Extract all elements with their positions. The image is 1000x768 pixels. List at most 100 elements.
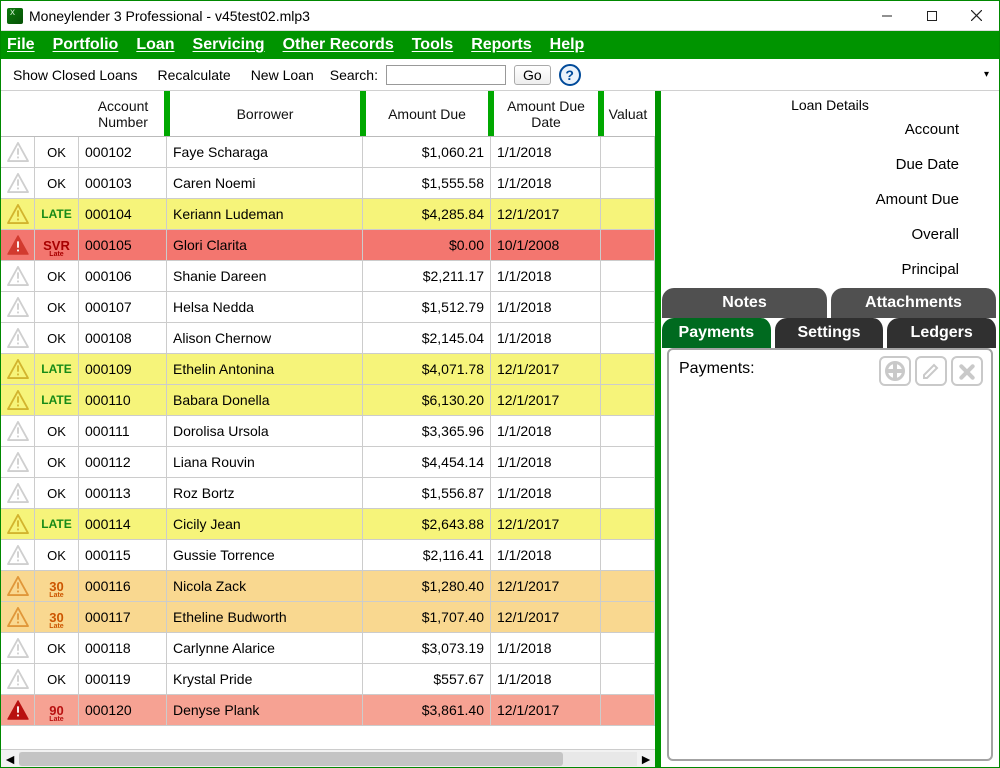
tab-notes[interactable]: Notes (662, 288, 829, 318)
row-amount-due-date: 1/1/2018 (491, 416, 601, 446)
recalculate-button[interactable]: Recalculate (152, 65, 237, 85)
header-borrower[interactable]: Borrower (167, 91, 363, 136)
menu-other-records[interactable]: Other Records (283, 36, 394, 54)
row-borrower: Shanie Dareen (167, 261, 363, 291)
show-closed-loans-button[interactable]: Show Closed Loans (7, 65, 144, 85)
row-account-number: 000118 (79, 633, 167, 663)
loan-details-title: Loan Details (661, 91, 999, 117)
menu-servicing[interactable]: Servicing (193, 36, 265, 54)
row-warning-icon (1, 416, 35, 446)
table-row[interactable]: OK000108Alison Chernow$2,145.041/1/2018 (1, 323, 655, 354)
row-account-number: 000115 (79, 540, 167, 570)
table-row[interactable]: OK000102Faye Scharaga$1,060.211/1/2018 (1, 137, 655, 168)
edit-payment-button[interactable] (915, 356, 947, 386)
table-row[interactable]: OK000111Dorolisa Ursola$3,365.961/1/2018 (1, 416, 655, 447)
table-row[interactable]: OK000119Krystal Pride$557.671/1/2018 (1, 664, 655, 695)
row-account-number: 000107 (79, 292, 167, 322)
add-payment-button[interactable] (879, 356, 911, 386)
row-amount-due: $557.67 (363, 664, 491, 694)
header-account-number[interactable]: Account Number (79, 91, 167, 136)
menu-reports[interactable]: Reports (471, 36, 531, 54)
row-amount-due: $6,130.20 (363, 385, 491, 415)
field-account-label: Account (721, 121, 999, 138)
tab-settings[interactable]: Settings (775, 318, 886, 348)
row-valuat (601, 633, 655, 663)
menu-loan[interactable]: Loan (136, 36, 174, 54)
close-button[interactable] (954, 1, 999, 31)
table-row[interactable]: OK000103Caren Noemi$1,555.581/1/2018 (1, 168, 655, 199)
header-amount-due-date[interactable]: Amount Due Date (491, 91, 601, 136)
row-valuat (601, 416, 655, 446)
table-row[interactable]: 30Late000116Nicola Zack$1,280.4012/1/201… (1, 571, 655, 602)
row-status: OK (35, 137, 79, 167)
header-status[interactable] (35, 91, 79, 136)
tabs-lower-row: Payments Settings Ledgers (661, 318, 999, 348)
window-title: Moneylender 3 Professional - v45test02.m… (29, 8, 310, 24)
row-account-number: 000108 (79, 323, 167, 353)
loan-details-panel: Loan Details Account Due Date Amount Due… (661, 91, 999, 767)
menu-file[interactable]: File (7, 36, 35, 54)
tab-ledgers[interactable]: Ledgers (887, 318, 998, 348)
table-row[interactable]: LATE000110Babara Donella$6,130.2012/1/20… (1, 385, 655, 416)
table-row[interactable]: OK000113Roz Bortz$1,556.871/1/2018 (1, 478, 655, 509)
menu-tools[interactable]: Tools (412, 36, 453, 54)
row-account-number: 000112 (79, 447, 167, 477)
row-status: OK (35, 292, 79, 322)
row-valuat (601, 447, 655, 477)
row-account-number: 000106 (79, 261, 167, 291)
delete-payment-button[interactable] (951, 356, 983, 386)
row-valuat (601, 292, 655, 322)
scroll-right-icon[interactable]: ► (637, 751, 655, 767)
table-row[interactable]: OK000106Shanie Dareen$2,211.171/1/2018 (1, 261, 655, 292)
row-status: OK (35, 323, 79, 353)
loan-grid: Account Number Borrower Amount Due Amoun… (1, 91, 661, 767)
maximize-button[interactable] (909, 1, 954, 31)
scrollbar-thumb[interactable] (19, 752, 563, 766)
row-amount-due-date: 1/1/2018 (491, 137, 601, 167)
row-warning-icon (1, 478, 35, 508)
table-row[interactable]: SVRLate000105Glori Clarita$0.0010/1/2008 (1, 230, 655, 261)
row-account-number: 000116 (79, 571, 167, 601)
row-borrower: Caren Noemi (167, 168, 363, 198)
table-row[interactable]: OK000107Helsa Nedda$1,512.791/1/2018 (1, 292, 655, 323)
row-account-number: 000117 (79, 602, 167, 632)
scroll-left-icon[interactable]: ◄ (1, 751, 19, 767)
table-row[interactable]: LATE000109Ethelin Antonina$4,071.7812/1/… (1, 354, 655, 385)
menu-help[interactable]: Help (550, 36, 585, 54)
row-valuat (601, 168, 655, 198)
header-icon[interactable] (1, 91, 35, 136)
table-row[interactable]: OK000118Carlynne Alarice$3,073.191/1/201… (1, 633, 655, 664)
header-valuat[interactable]: Valuat (601, 91, 655, 136)
row-account-number: 000105 (79, 230, 167, 260)
new-loan-button[interactable]: New Loan (245, 65, 320, 85)
header-amount-due[interactable]: Amount Due (363, 91, 491, 136)
horizontal-scrollbar[interactable]: ◄ ► (1, 749, 655, 767)
search-input[interactable] (386, 65, 506, 85)
row-warning-icon (1, 540, 35, 570)
row-warning-icon (1, 695, 35, 725)
table-row[interactable]: 90Late000120Denyse Plank$3,861.4012/1/20… (1, 695, 655, 726)
row-status: 90Late (35, 695, 79, 725)
table-row[interactable]: OK000115Gussie Torrence$2,116.411/1/2018 (1, 540, 655, 571)
table-row[interactable]: 30Late000117Etheline Budworth$1,707.4012… (1, 602, 655, 633)
tab-attachments[interactable]: Attachments (831, 288, 998, 318)
row-valuat (601, 385, 655, 415)
row-valuat (601, 664, 655, 694)
tab-payments[interactable]: Payments (662, 318, 773, 348)
row-warning-icon (1, 261, 35, 291)
row-status: OK (35, 664, 79, 694)
row-borrower: Gussie Torrence (167, 540, 363, 570)
payments-panel: Payments: (667, 348, 993, 761)
row-status: OK (35, 261, 79, 291)
row-account-number: 000114 (79, 509, 167, 539)
row-warning-icon (1, 137, 35, 167)
toolbar-overflow-icon[interactable]: ▾ (984, 69, 993, 80)
table-row[interactable]: OK000112Liana Rouvin$4,454.141/1/2018 (1, 447, 655, 478)
table-row[interactable]: LATE000104Keriann Ludeman$4,285.8412/1/2… (1, 199, 655, 230)
minimize-button[interactable] (864, 1, 909, 31)
row-status: OK (35, 478, 79, 508)
menu-portfolio[interactable]: Portfolio (53, 36, 119, 54)
help-icon[interactable]: ? (559, 64, 581, 86)
go-button[interactable]: Go (514, 65, 551, 85)
table-row[interactable]: LATE000114Cicily Jean$2,643.8812/1/2017 (1, 509, 655, 540)
